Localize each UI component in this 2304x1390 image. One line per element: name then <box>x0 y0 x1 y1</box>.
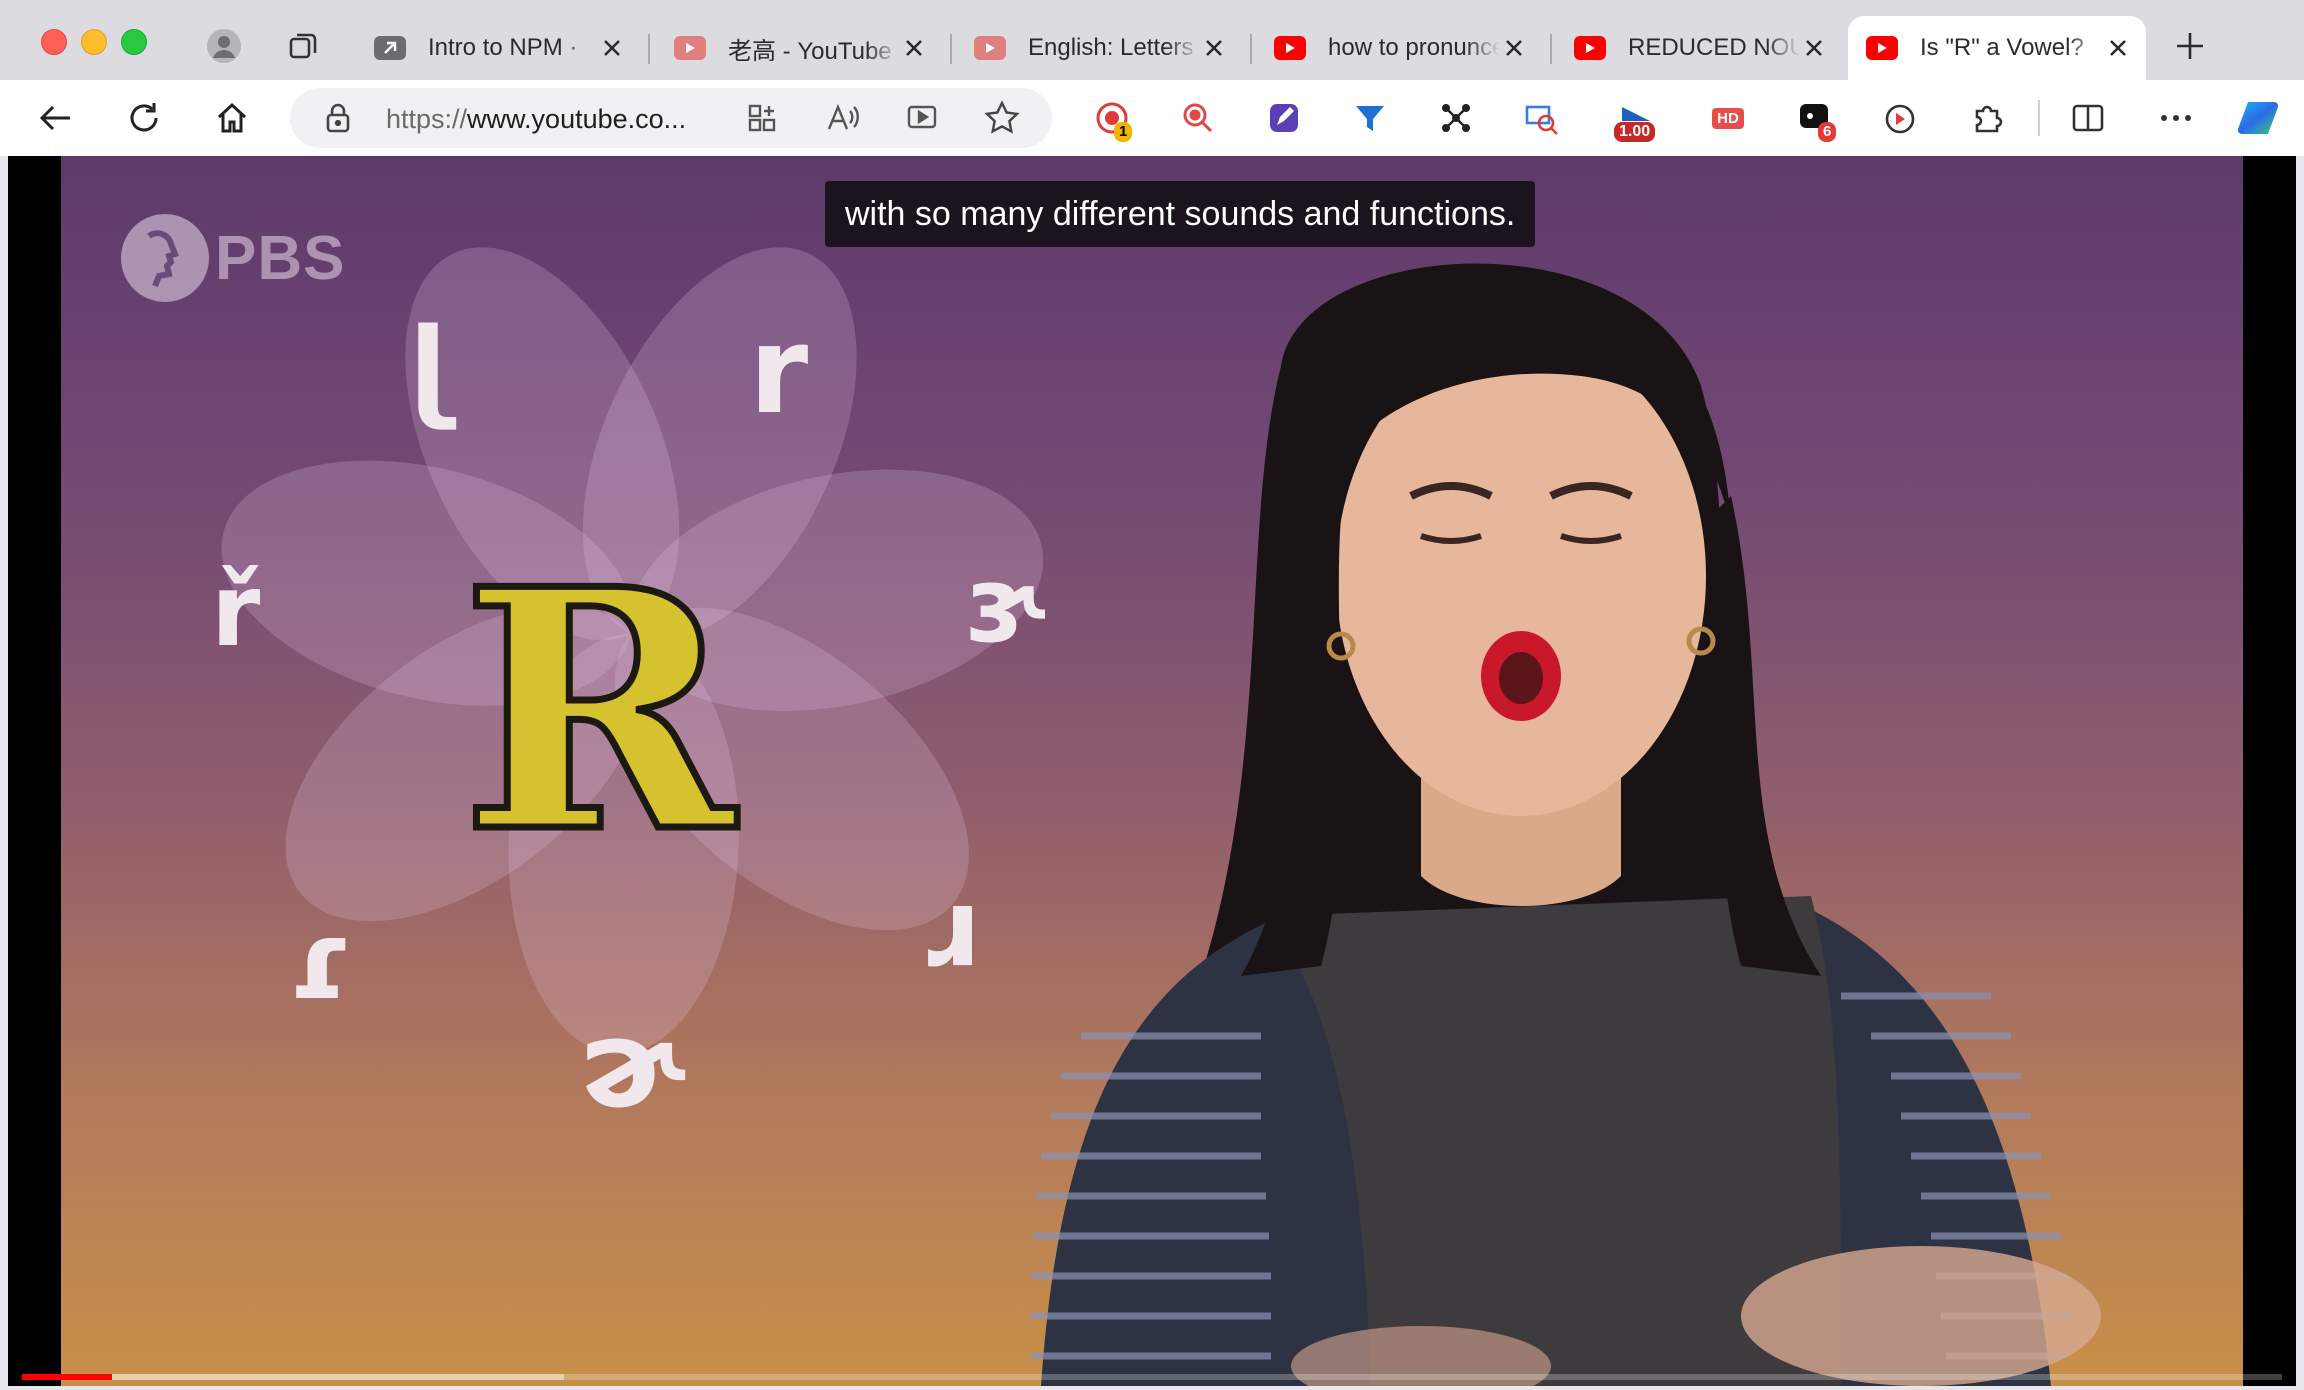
youtube-icon <box>1574 36 1606 60</box>
close-tab-icon[interactable] <box>1800 34 1828 62</box>
tab-title: English: Letters <box>1028 34 1194 61</box>
youtube-icon <box>674 36 706 60</box>
search-lens-extension-icon[interactable] <box>1176 96 1220 140</box>
big-letter: R <box>457 517 738 905</box>
video-picture-icon[interactable] <box>906 102 940 139</box>
copilot-icon[interactable] <box>2236 96 2280 140</box>
video-content[interactable]: PBS ɭ r ɝ ɹ ɚ ɾ ř R with so many differe… <box>61 156 2243 1386</box>
youtube-icon <box>1866 36 1898 60</box>
chat-extension-icon[interactable]: 6 <box>1792 96 1837 142</box>
tab-english-letters[interactable]: English: Letters <box>956 16 1242 80</box>
minimize-window-button[interactable] <box>81 29 107 55</box>
tab-laogao-youtube[interactable]: 老高 - YouTube <box>656 16 942 80</box>
pbs-logo: PBS <box>119 212 345 304</box>
new-tab-button[interactable] <box>2170 26 2210 66</box>
editor-extension-icon[interactable] <box>1262 96 1306 140</box>
video-played-bar <box>22 1374 113 1380</box>
url-protocol: https:// <box>386 104 468 134</box>
app-available-icon[interactable] <box>746 102 778 139</box>
pbs-heads-icon <box>121 214 209 302</box>
zoom-window-button[interactable] <box>121 29 147 55</box>
youtube-icon <box>1274 36 1306 60</box>
workspaces-icon[interactable] <box>284 26 324 66</box>
back-button[interactable] <box>34 96 78 140</box>
tab-is-r-a-vowel[interactable]: Is "R" a Vowel? <box>1848 16 2146 80</box>
profile-avatar-icon[interactable] <box>204 26 244 66</box>
video-player[interactable]: PBS ɭ r ɝ ɹ ɚ ɾ ř R with so many differe… <box>8 156 2296 1386</box>
close-window-button[interactable] <box>41 29 67 55</box>
tab-strip: Intro to NPM · 老高 - YouTube English: Let… <box>0 0 2304 80</box>
extensions-puzzle-icon[interactable] <box>1966 96 2010 140</box>
filter-extension-icon[interactable] <box>1348 96 1392 140</box>
youtube-icon <box>974 36 1006 60</box>
more-options-icon[interactable] <box>2154 96 2198 140</box>
presenter-figure <box>1031 263 2101 1386</box>
playback-speed-extension-icon[interactable]: 1.00 <box>1614 96 1658 142</box>
tab-title: REDUCED NOUNS <box>1628 34 1800 61</box>
tab-title: Intro to NPM · <box>428 34 578 61</box>
video-caption: with so many different sounds and functi… <box>825 181 1536 247</box>
video-download-extension-icon[interactable] <box>1878 96 1922 140</box>
tab-title: how to pronunce <box>1328 34 1500 61</box>
phonetic-symbol: ɭ <box>409 304 447 432</box>
tab-reduced-nouns[interactable]: REDUCED NOUNS <box>1556 16 1842 80</box>
address-bar[interactable]: https://www.youtube.co... <box>290 88 1052 148</box>
home-button[interactable] <box>210 96 254 140</box>
lock-icon[interactable] <box>324 102 352 139</box>
image-search-extension-icon[interactable] <box>1520 96 1564 140</box>
url-text[interactable]: https://www.youtube.co... <box>386 104 686 135</box>
link-arrow-icon <box>374 36 406 60</box>
notifications-badge: 6 <box>1818 122 1837 142</box>
pbs-logo-text: PBS <box>215 223 346 293</box>
hd-extension-icon[interactable]: HD <box>1706 96 1750 140</box>
close-tab-icon[interactable] <box>900 34 928 62</box>
split-screen-icon[interactable] <box>2066 96 2110 140</box>
phonetic-symbol: ř <box>211 552 261 669</box>
close-tab-icon[interactable] <box>2104 34 2132 62</box>
tab-title: Is "R" a Vowel? <box>1920 34 2084 61</box>
tab-title: 老高 - YouTube <box>728 37 892 65</box>
refresh-button[interactable] <box>122 96 166 140</box>
speed-badge: 1.00 <box>1614 122 1656 142</box>
toolbar: https://www.youtube.co... 1 1.00 HD 6 <box>0 80 2304 156</box>
phonetic-symbol: r <box>749 302 809 441</box>
close-tab-icon[interactable] <box>1500 34 1528 62</box>
phonetic-symbol: ɚ <box>579 996 685 1135</box>
tab-how-to-pronunce[interactable]: how to pronunce <box>1256 16 1542 80</box>
video-progress-bar[interactable] <box>22 1374 2282 1380</box>
favorite-star-icon[interactable] <box>984 100 1020 141</box>
hd-label: HD <box>1712 107 1744 129</box>
close-tab-icon[interactable] <box>598 34 626 62</box>
network-extension-icon[interactable] <box>1434 96 1478 140</box>
read-aloud-icon[interactable] <box>826 101 860 140</box>
url-host: www.youtube.co... <box>467 104 687 134</box>
recorder-badge: 1 <box>1114 122 1133 142</box>
screen-recorder-extension-icon[interactable]: 1 <box>1090 96 1134 142</box>
tab-intro-to-npm[interactable]: Intro to NPM · <box>356 16 640 80</box>
phonetic-symbol: ɾ <box>287 896 353 1024</box>
close-tab-icon[interactable] <box>1200 34 1228 62</box>
